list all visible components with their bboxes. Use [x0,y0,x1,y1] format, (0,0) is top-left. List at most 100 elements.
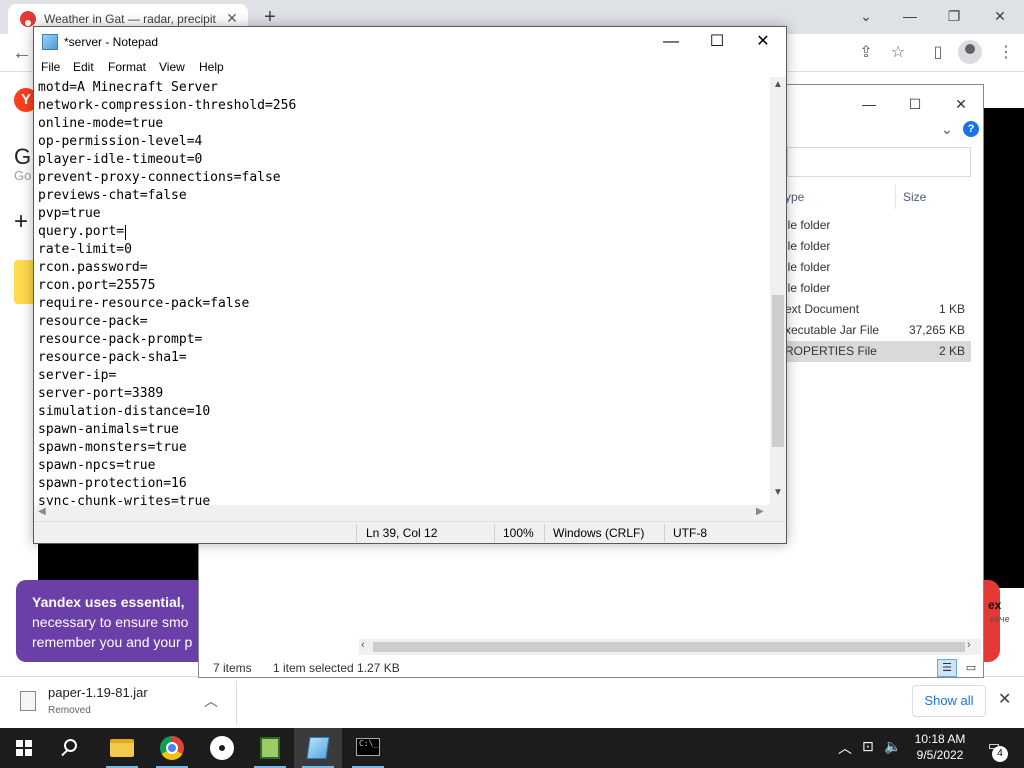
horizontal-scrollbar[interactable]: ‹ › [359,639,981,655]
column-header-type[interactable]: ype [785,190,804,204]
file-type: ile folder [785,218,831,232]
scroll-up-arrow-icon[interactable]: ▲ [770,79,786,90]
back-arrow-icon[interactable]: ← [8,40,36,66]
browser-restore-button[interactable]: ❐ [932,2,976,30]
text-line: previews-chat=false [38,188,187,203]
tray-overflow-chevron-icon[interactable]: ︿ [838,738,852,758]
text-line: spawn-animals=true [38,422,179,437]
download-file-name[interactable]: paper-1.19-81.jar [48,685,148,700]
cursor-position: Ln 39, Col 12 [366,526,438,540]
ribbon-expand-chevron-icon[interactable]: ⌄ [941,121,953,138]
obs-icon [210,736,234,760]
file-type: ROPERTIES File [785,344,877,358]
text-line: spawn-monsters=true [38,440,187,455]
taskbar-notepad[interactable] [294,728,342,768]
notification-count-badge: 4 [992,746,1008,762]
download-status: Removed [48,705,91,716]
explorer-maximize-button[interactable]: ☐ [895,93,935,115]
notepad-window: *server - Notepad — ☐ ✕ File Edit Format… [33,26,787,544]
cmd-icon: C:\_ [356,738,380,756]
text-line: spawn-npcs=true [38,458,156,473]
scrollbar-thumb[interactable] [772,295,784,447]
search-input[interactable] [787,147,971,177]
page-plus-icon[interactable]: + [14,208,28,236]
text-line: resource-pack= [38,314,148,329]
text-line: spawn-protection=16 [38,476,187,491]
help-icon[interactable]: ? [963,121,979,137]
tab-search-chevron-icon[interactable]: ⌄ [844,2,888,30]
search-icon [64,739,77,752]
tab-close-icon[interactable]: ✕ [224,10,240,26]
horizontal-scrollbar[interactable]: ◀ ▶ [34,505,770,521]
clock-time[interactable]: 10:18 AM [912,732,968,746]
maximize-button[interactable]: ☐ [694,27,740,57]
text-line: network-compression-threshold=256 [38,98,297,113]
cookie-banner: Yandex uses essential, necessary to ensu… [16,580,202,662]
start-button[interactable] [0,728,48,768]
file-list-row[interactable]: ext Document 1 KB [785,299,971,320]
bookmark-star-icon[interactable]: ☆ [886,41,910,65]
menu-edit[interactable]: Edit [73,60,94,74]
browser-minimize-button[interactable]: — [888,2,932,30]
chrome-icon [160,736,184,760]
file-list-row[interactable]: ile folder [785,278,971,299]
browser-close-button[interactable]: ✕ [978,2,1022,30]
scroll-left-arrow-icon[interactable]: ‹ [361,639,365,651]
menu-file[interactable]: File [41,60,60,74]
explorer-close-button[interactable]: ✕ [941,93,981,115]
scroll-right-arrow-icon[interactable]: ▶ [756,506,764,517]
notepad-icon [42,34,58,50]
large-icons-view-icon[interactable]: ▭ [961,659,981,677]
page-right-dark-panel [982,108,1024,588]
profile-avatar[interactable] [958,40,982,64]
taskbar: C:\_ ︿ ⊡ 🔈 10:18 AM 9/5/2022 ▭ 4 [0,728,1024,768]
network-icon[interactable]: ⊡ [862,738,874,755]
encoding: UTF-8 [673,526,707,540]
show-all-button[interactable]: Show all [912,685,986,717]
details-view-icon[interactable]: ☰ [937,659,957,677]
close-download-bar-icon[interactable]: ✕ [998,689,1011,709]
taskbar-spreadsheet[interactable] [246,728,294,768]
scroll-left-arrow-icon[interactable]: ◀ [38,506,46,517]
taskbar-file-explorer[interactable] [98,728,146,768]
taskbar-cmd[interactable]: C:\_ [344,728,392,768]
column-divider[interactable] [895,185,896,209]
file-type: ile folder [785,281,831,295]
zoom-level: 100% [503,526,534,540]
share-icon[interactable]: ⇪ [854,41,878,65]
new-tab-button[interactable]: + [258,6,282,28]
file-list-row[interactable]: xecutable Jar File 37,265 KB [785,320,971,341]
scroll-right-arrow-icon[interactable]: › [967,639,971,651]
explorer-minimize-button[interactable]: — [849,93,889,115]
minimize-button[interactable]: — [648,27,694,57]
vertical-scrollbar[interactable]: ▲ ▼ [770,77,786,505]
menu-format[interactable]: Format [108,60,146,74]
text-line: player-idle-timeout=0 [38,152,203,167]
clock-date[interactable]: 9/5/2022 [912,748,968,762]
file-list-row[interactable]: ile folder [785,257,971,278]
scrollbar-thumb[interactable] [373,642,965,652]
text-line: motd=A Minecraft Server [38,80,219,95]
notepad-title-bar[interactable]: *server - Notepad — ☐ ✕ [34,27,786,57]
taskbar-chrome[interactable] [148,728,196,768]
taskbar-search-button[interactable] [48,728,96,768]
file-explorer-icon [110,739,134,757]
menu-help[interactable]: Help [199,60,224,74]
menu-view[interactable]: View [159,60,185,74]
text-editor-area[interactable]: motd=A Minecraft Server network-compressi… [36,77,772,505]
menu-kebab-icon[interactable]: ⋮ [994,41,1018,65]
weather-favicon-icon [20,11,36,27]
file-list-row[interactable]: ile folder [785,215,971,236]
side-panel-icon[interactable]: ▯ [926,41,950,65]
scroll-down-arrow-icon[interactable]: ▼ [770,487,786,498]
close-button[interactable]: ✕ [740,27,786,57]
file-list-row[interactable]: ile folder [785,236,971,257]
spreadsheet-icon [260,737,280,759]
file-list-row[interactable]: ROPERTIES File 2 KB [785,341,971,362]
volume-icon[interactable]: 🔈 [884,738,901,755]
taskbar-obs[interactable] [198,728,246,768]
divider [494,524,495,542]
column-header-size[interactable]: Size [903,190,926,204]
chevron-up-icon[interactable]: ︿ [204,691,218,711]
text-line: online-mode=true [38,116,164,131]
